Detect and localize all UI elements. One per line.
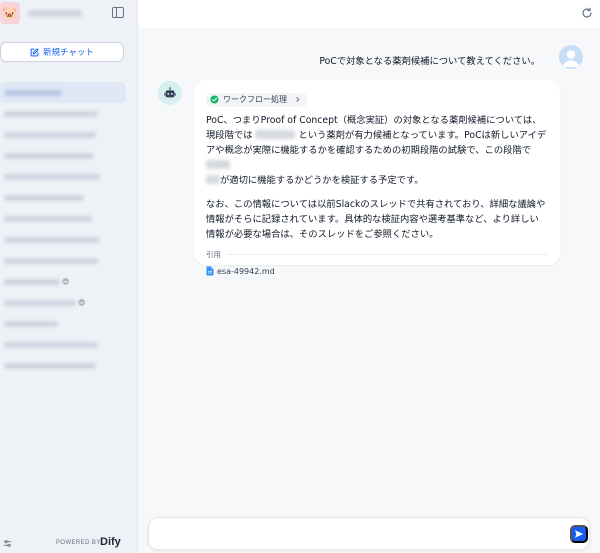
answer-paragraph-2: なお、この情報については以前Slackのスレッドで共有されており、詳細な議論や情… [206, 199, 546, 240]
citation-file[interactable]: esa-49942.md [206, 266, 275, 276]
redacted-drug-name [206, 175, 220, 184]
edit-icon [30, 47, 39, 56]
sliders-icon[interactable] [3, 539, 12, 548]
send-button[interactable] [570, 525, 588, 543]
conversation-list: 😊 😊 [0, 82, 126, 376]
message-input[interactable] [159, 524, 549, 544]
sidebar-footer: POWERED BY Dify [0, 534, 138, 553]
sidebar-header: 🐷 [0, 0, 138, 28]
conversation-item[interactable] [0, 187, 126, 208]
conversation-item[interactable] [0, 124, 126, 145]
conversation-item[interactable] [0, 166, 126, 187]
chevron-right-icon [296, 96, 300, 103]
bot-message: ワークフロー処理 PoC、つまりProof of Concept（概念実証）の対… [194, 80, 560, 276]
conversation-item[interactable] [0, 250, 126, 271]
new-chat-label: 新規チャット [43, 47, 94, 57]
conversation-item[interactable]: 😊 [0, 292, 126, 313]
sidebar: 🐷 新規チャット 😊 😊 POWERED BY Dify [0, 0, 138, 553]
bot-avatar [158, 81, 182, 105]
citation-file-name: esa-49942.md [217, 266, 275, 276]
powered-by-label: POWERED BY [56, 540, 101, 546]
conversation-item[interactable]: 😊 [0, 271, 126, 292]
redacted-drug-name [206, 160, 230, 169]
chat-main: PoCで対象となる薬剤候補について教えてください。 ワークフロー処理 PoC、つ… [138, 0, 600, 553]
emoji-icon: 😊 [62, 277, 70, 286]
send-icon [575, 530, 584, 538]
user-icon [562, 50, 580, 67]
user-avatar [559, 45, 583, 69]
conversation-item[interactable] [0, 82, 126, 103]
answer-paragraph-1: PoC、つまりProof of Concept（概念実証）の対象となる薬剤候補に… [206, 113, 548, 188]
conversation-item[interactable] [0, 313, 126, 334]
dify-logo: Dify [100, 536, 121, 548]
sidebar-toggle-icon[interactable] [112, 7, 124, 18]
workflow-process-toggle[interactable]: ワークフロー処理 [206, 92, 307, 107]
conversation-item[interactable] [0, 145, 126, 166]
user-message-row: PoCで対象となる薬剤候補について教えてください。 [138, 44, 600, 72]
answer-text-segment: が適切に機能するかどうかを検証する予定です。 [220, 175, 424, 186]
workflow-label: ワークフロー処理 [223, 95, 287, 104]
citation-label: 引用 [206, 250, 221, 259]
new-chat-button[interactable]: 新規チャット [0, 42, 124, 62]
redacted-drug-name [255, 130, 296, 139]
robot-icon [164, 87, 176, 98]
app-name-redacted [28, 10, 82, 17]
chat-header [138, 0, 600, 28]
conversation-item[interactable] [0, 334, 126, 355]
answer-text: PoC、つまりProof of Concept（概念実証）の対象となる薬剤候補に… [206, 113, 548, 242]
user-message: PoCで対象となる薬剤候補について教えてください。 [319, 56, 540, 67]
check-circle-icon [210, 95, 219, 104]
message-composer [148, 517, 590, 550]
conversation-item[interactable] [0, 103, 126, 124]
emoji-icon: 😊 [78, 298, 86, 307]
citation-header: 引用 [206, 249, 548, 260]
citation-divider [227, 254, 548, 255]
pig-face-icon[interactable]: 🐷 [0, 2, 20, 24]
conversation-item[interactable] [0, 355, 126, 376]
refresh-icon[interactable] [581, 7, 593, 19]
conversation-item[interactable] [0, 229, 126, 250]
conversation-item[interactable] [0, 208, 126, 229]
file-icon [206, 266, 214, 276]
